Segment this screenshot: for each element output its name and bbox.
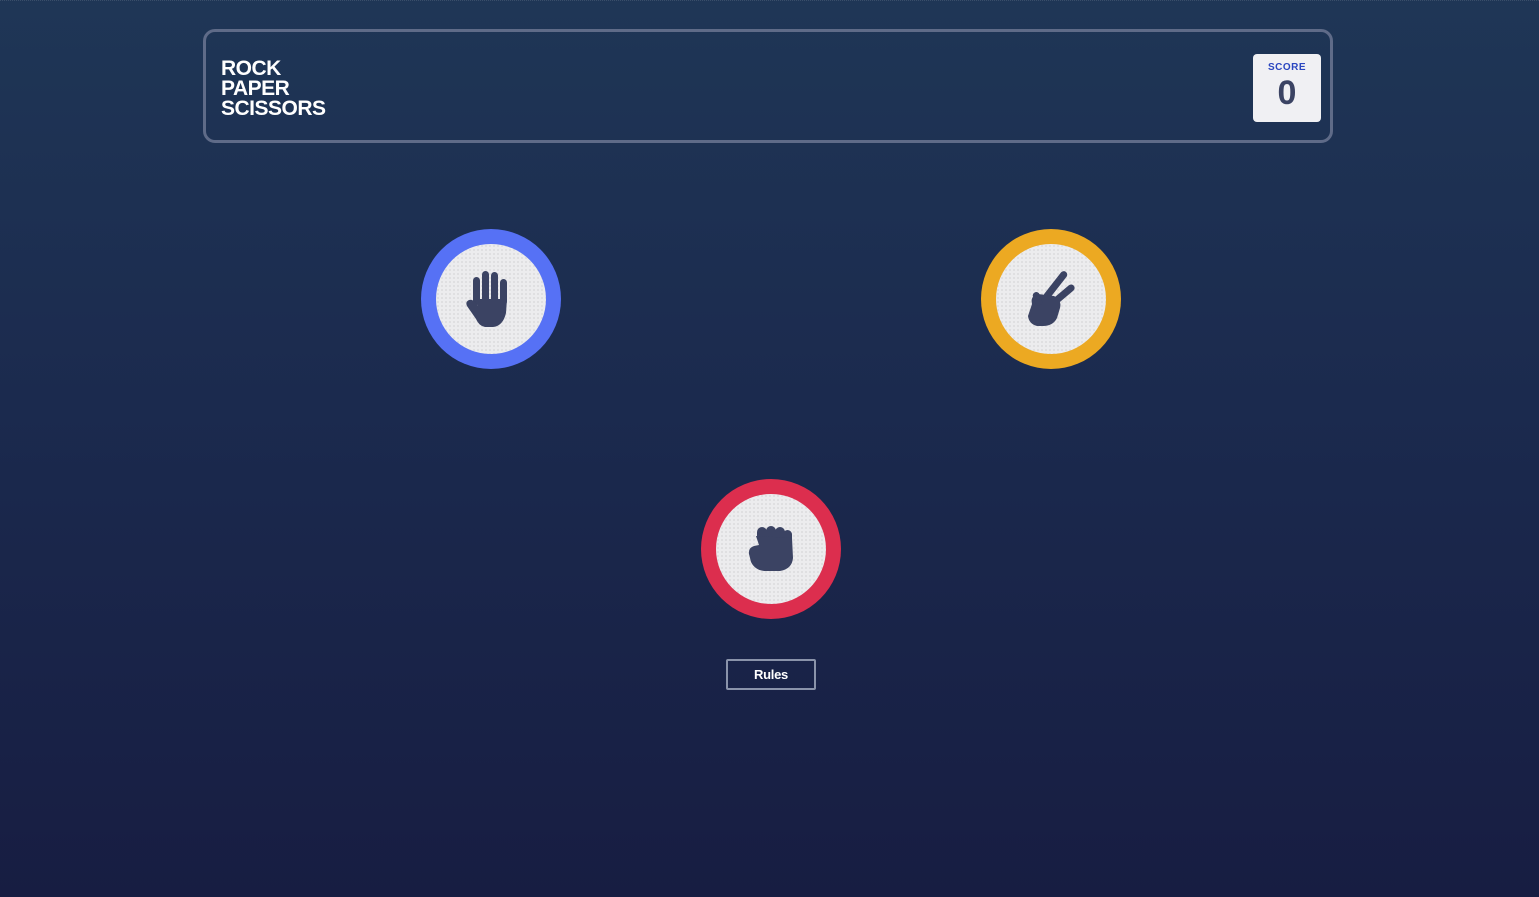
scissors-token-face	[996, 244, 1106, 354]
score-box: SCORE 0	[1253, 54, 1321, 122]
scissors-button[interactable]	[981, 229, 1121, 369]
rock-button[interactable]	[701, 479, 841, 619]
top-edge-dots	[0, 0, 1539, 13]
paper-button[interactable]	[421, 229, 561, 369]
game-header: ROCK PAPER SCISSORS SCORE 0	[203, 29, 1333, 143]
title-line-paper: PAPER	[221, 77, 290, 100]
title-line-rock: ROCK	[221, 57, 281, 80]
rock-token-face	[716, 494, 826, 604]
rules-button[interactable]: Rules	[726, 659, 816, 690]
scissors-hand-icon	[1028, 271, 1075, 326]
paper-token-face	[436, 244, 546, 354]
paper-hand-icon	[466, 271, 507, 327]
score-label: SCORE	[1267, 62, 1307, 73]
game-title: ROCK PAPER SCISSORS	[221, 57, 326, 120]
title-line-scissors: SCISSORS	[221, 97, 326, 120]
score-value: 0	[1277, 74, 1297, 112]
rock-fist-icon	[748, 526, 793, 571]
